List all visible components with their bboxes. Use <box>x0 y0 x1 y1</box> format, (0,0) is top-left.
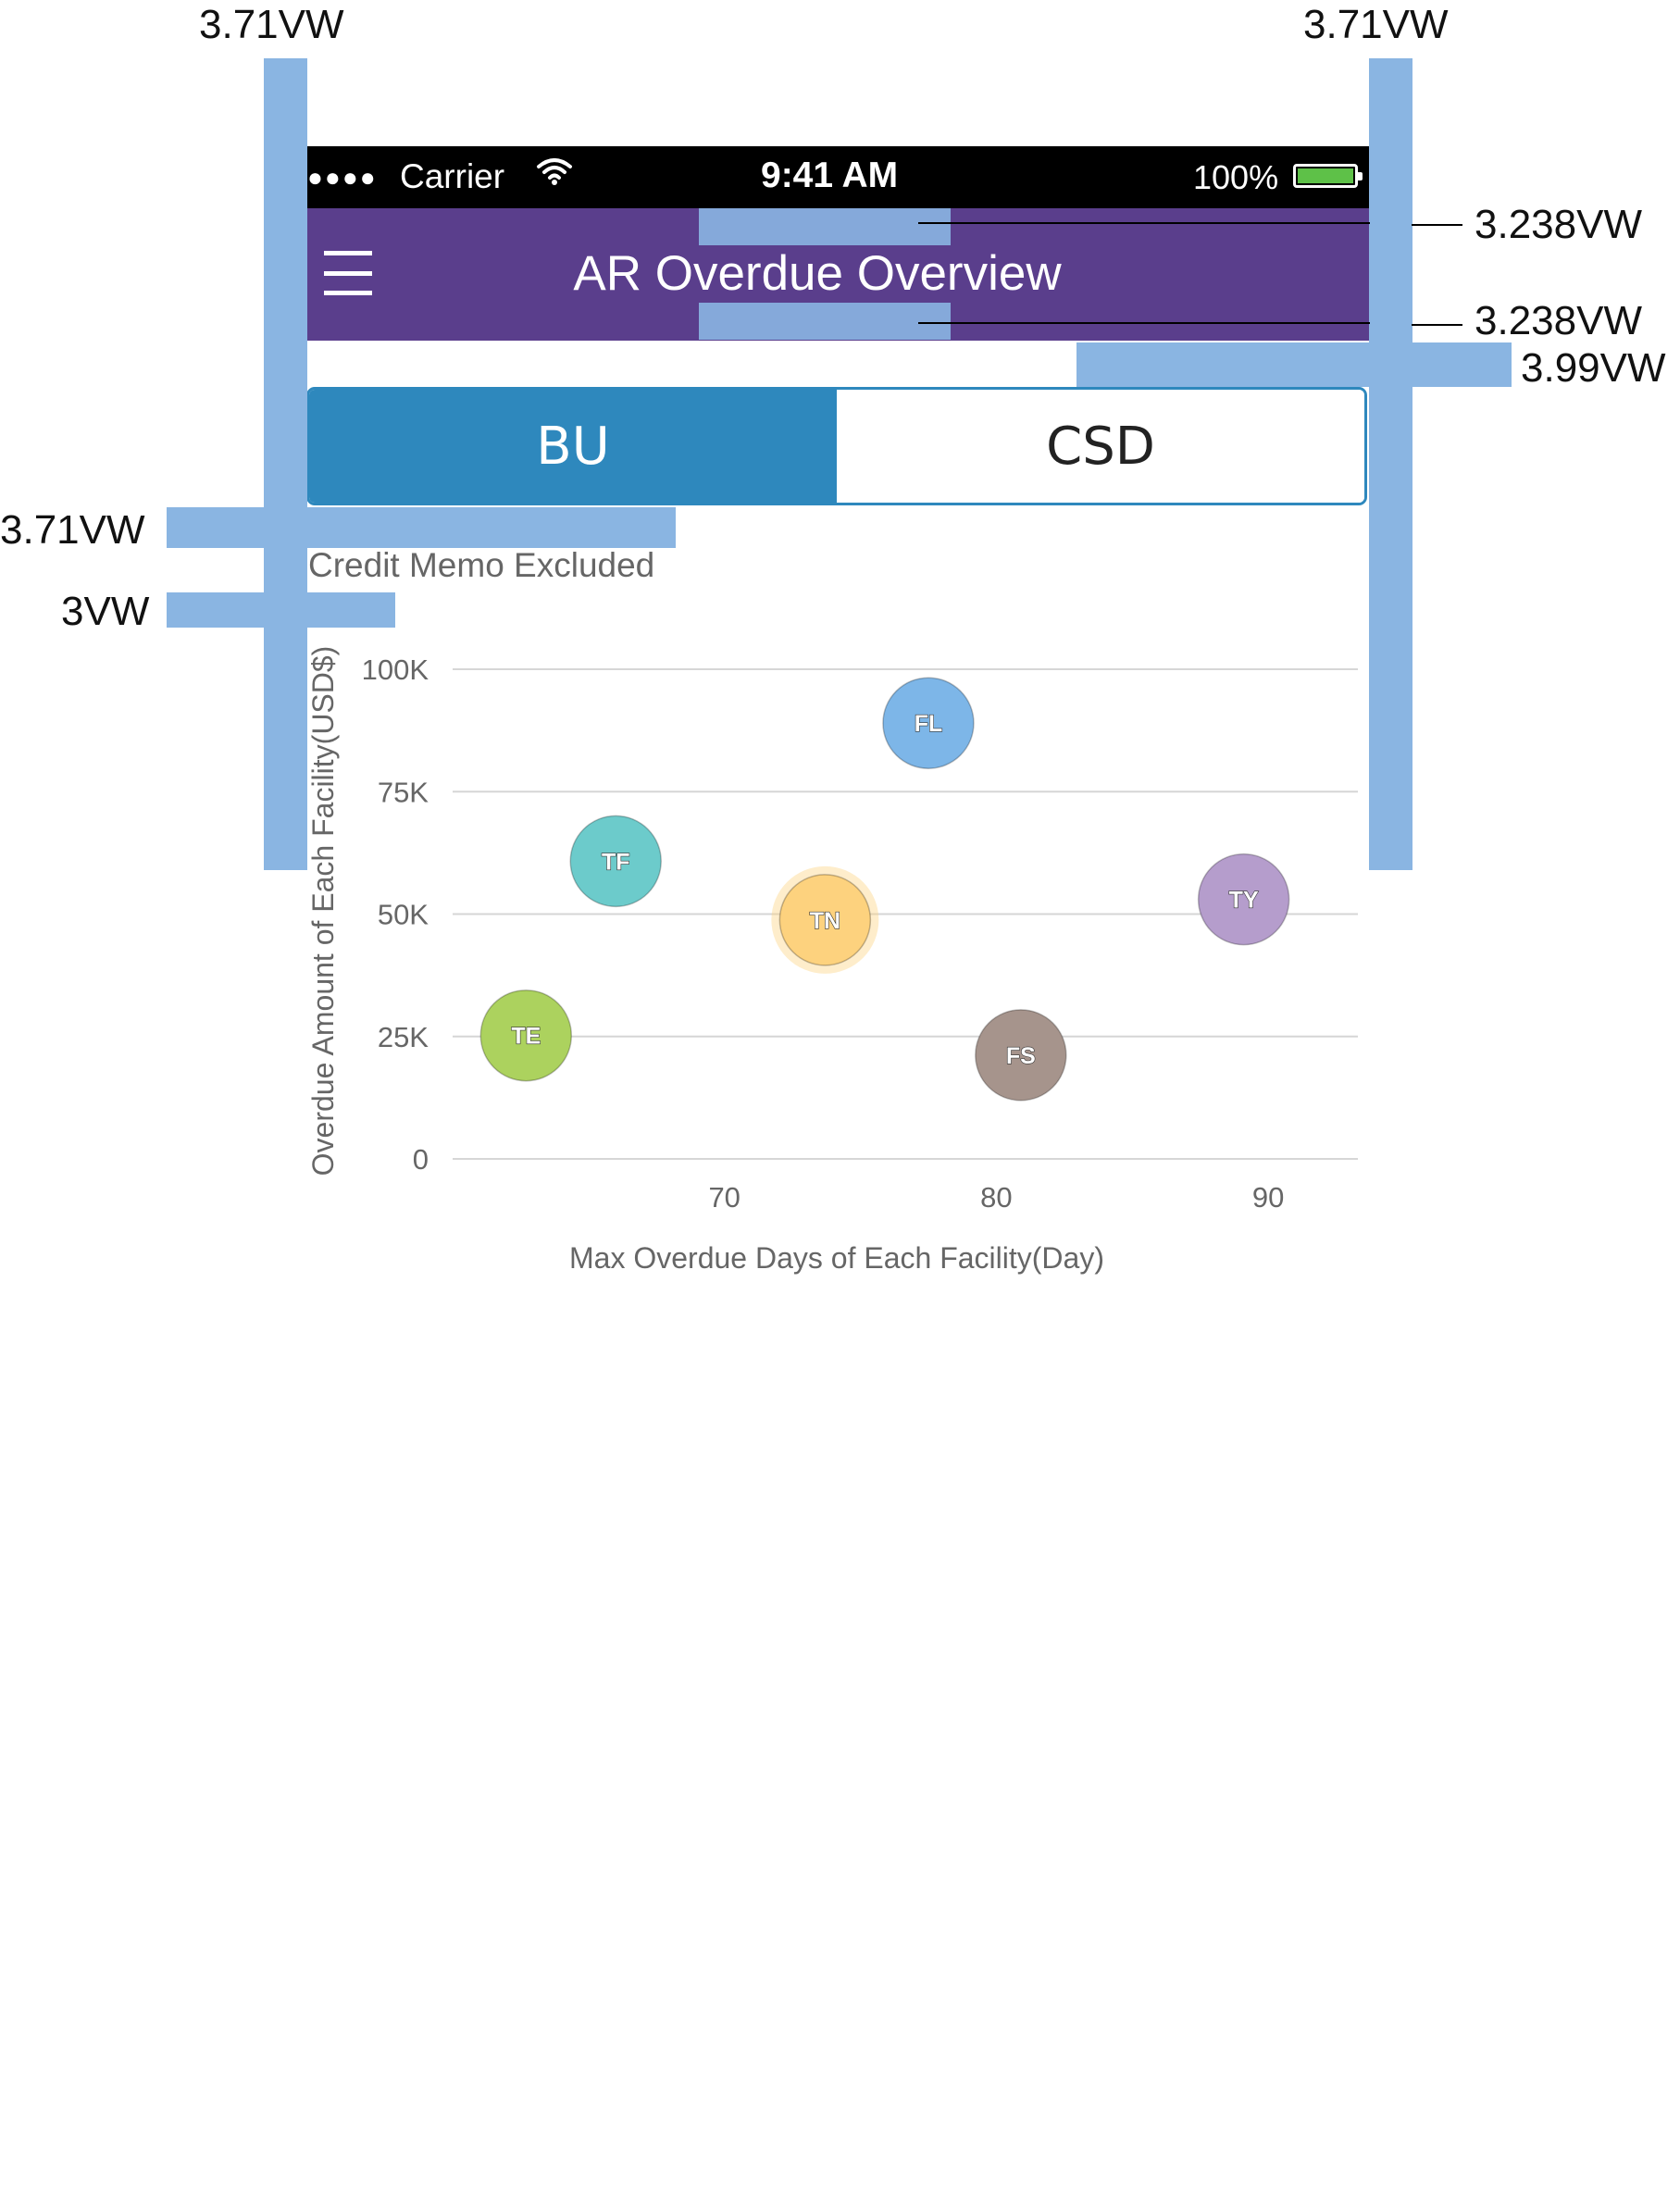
leader-line <box>918 322 1370 324</box>
annotation-note-gap: 3VW <box>61 589 150 634</box>
x-tick-label: 80 <box>980 1181 1012 1214</box>
bubble-fl[interactable]: FL <box>882 677 975 769</box>
y-axis-ticks: 0 25K 50K 75K 100K <box>362 654 429 1176</box>
annotation-segment-bottom: 3.71VW <box>0 507 145 553</box>
y-axis-title: Overdue Amount of Each Facility(USD$) <box>306 646 340 1176</box>
annotation-header-bottom: 3.238VW <box>1475 298 1642 343</box>
segment-bottom-guide <box>167 507 676 548</box>
note-gap-guide <box>167 592 395 628</box>
x-tick-label: 70 <box>708 1181 740 1214</box>
left-margin-guide <box>264 58 307 870</box>
bubble-tn[interactable]: TN <box>771 865 879 974</box>
bubble-tf[interactable]: TF <box>569 815 662 908</box>
bubble-fs[interactable]: FS <box>975 1009 1067 1102</box>
annotation-segment-gap: 3.99VW <box>1521 345 1666 391</box>
leader-line <box>1412 324 1462 326</box>
segment-gap-guide <box>1076 342 1512 387</box>
bubble-label: TF <box>602 849 630 875</box>
x-axis-title: Max Overdue Days of Each Facility(Day) <box>569 1241 1104 1275</box>
bubble-label: TN <box>810 908 840 934</box>
x-axis-ticks: 70 80 90 <box>708 1181 1284 1214</box>
bubble-label: TY <box>1229 888 1259 914</box>
annotation-top-left: 3.71VW <box>199 2 344 47</box>
x-tick-label: 90 <box>1252 1181 1284 1214</box>
bubble-label: FL <box>915 711 943 737</box>
right-margin-guide <box>1369 58 1412 870</box>
bubble-label: TE <box>511 1024 541 1050</box>
y-tick-label: 100K <box>362 654 429 686</box>
y-tick-label: 50K <box>378 899 429 931</box>
annotation-top-right: 3.71VW <box>1303 2 1449 47</box>
annotation-header-top: 3.238VW <box>1475 202 1642 247</box>
header-top-padding-guide <box>699 208 951 245</box>
leader-line <box>1412 224 1462 226</box>
y-tick-label: 25K <box>378 1021 429 1053</box>
leader-line <box>918 222 1370 224</box>
bubble-te[interactable]: TE <box>479 989 573 1082</box>
y-tick-label: 0 <box>413 1143 429 1176</box>
bubble-label: FS <box>1006 1043 1036 1069</box>
bubble-ty[interactable]: TY <box>1197 853 1290 946</box>
y-tick-label: 75K <box>378 776 429 808</box>
header-bottom-padding-guide <box>699 303 951 340</box>
